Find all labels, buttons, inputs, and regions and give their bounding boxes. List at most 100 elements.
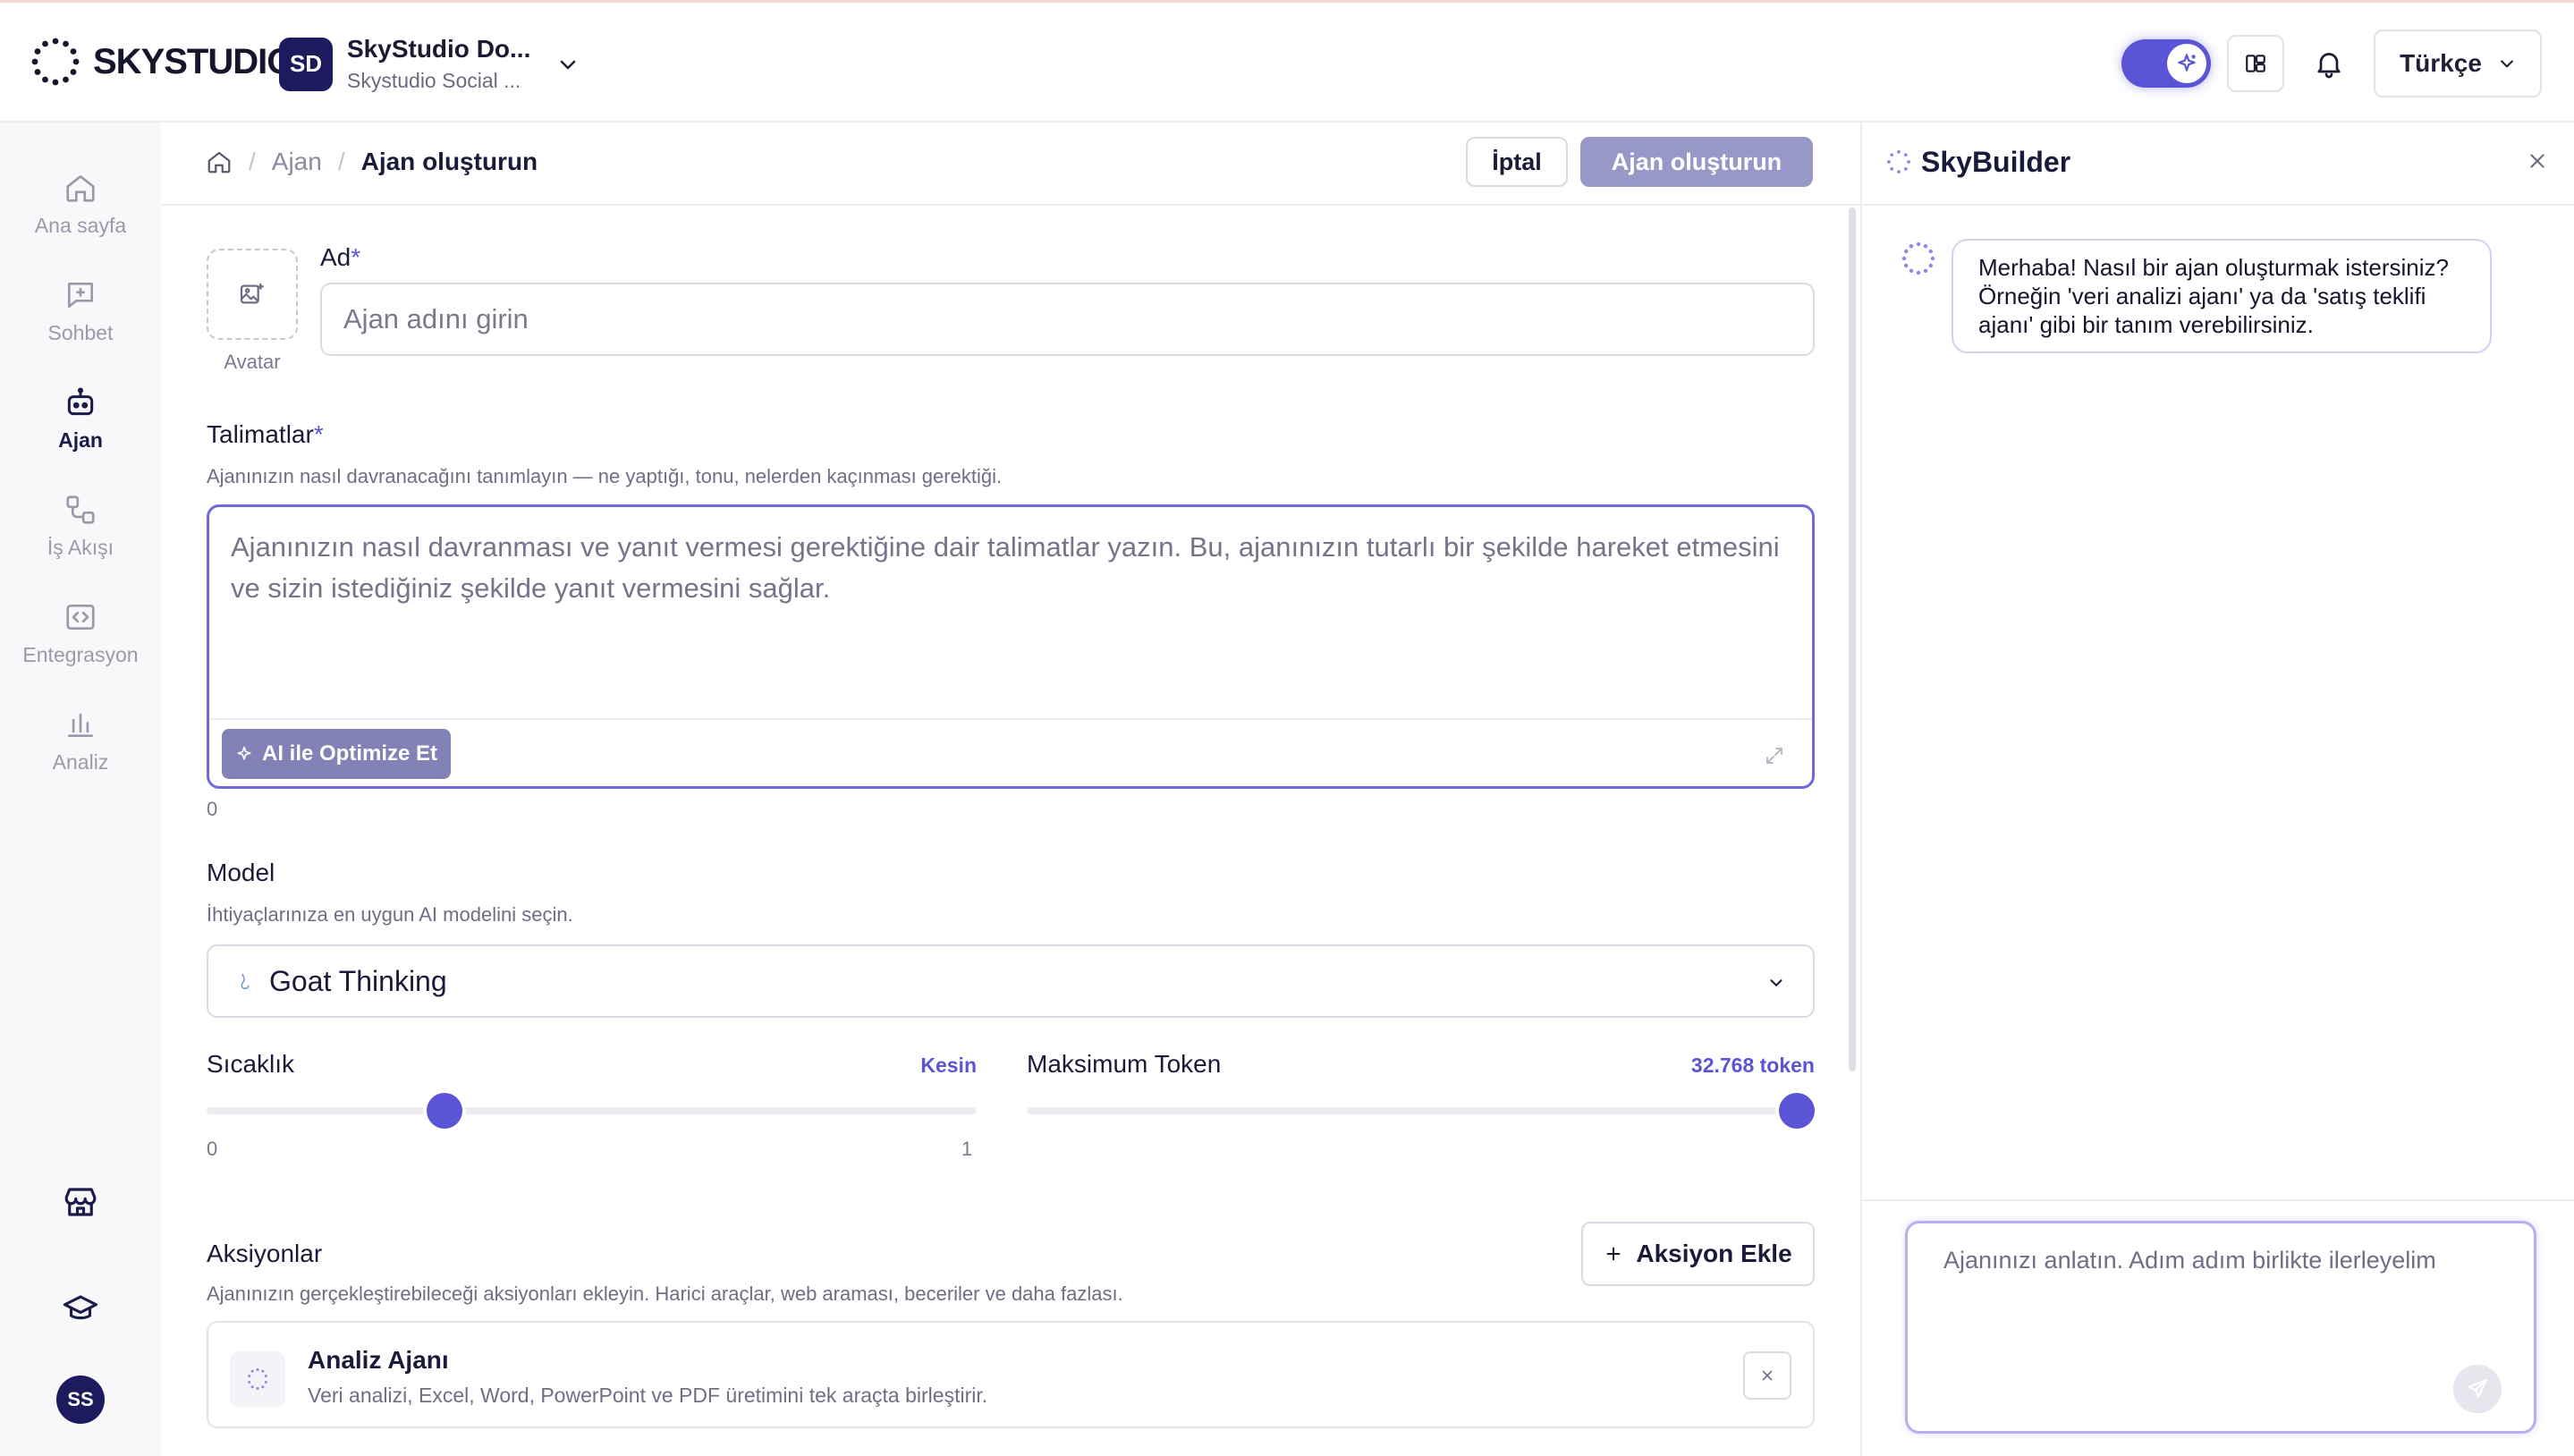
- sidebar: Ana sayfa Sohbet Ajan İş Akışı Entegrasy…: [0, 123, 161, 1456]
- sidebar-item-integration[interactable]: Entegrasyon: [0, 600, 161, 667]
- close-icon: [1762, 1370, 1773, 1381]
- actions-label: Aksiyonlar: [207, 1240, 323, 1267]
- code-icon: [66, 604, 95, 631]
- close-icon[interactable]: [2526, 149, 2549, 173]
- app-header: SKYSTUDIO SD SkyStudio Do... Skystudio S…: [0, 3, 2574, 123]
- marketplace-button[interactable]: [0, 1183, 161, 1221]
- model-label: Model: [207, 859, 275, 886]
- breadcrumb: / Ajan / Ajan oluşturun: [206, 148, 538, 176]
- academy-button[interactable]: [0, 1291, 161, 1328]
- name-label: Ad*: [320, 243, 361, 271]
- bar-chart-icon: [67, 713, 94, 738]
- sidebar-item-label: Analiz: [52, 750, 109, 774]
- chevron-down-icon: [2501, 60, 2513, 68]
- temperature-value: Kesin: [920, 1054, 977, 1077]
- graduation-cap-icon: [63, 1295, 98, 1320]
- chevron-down-icon: [1770, 979, 1782, 987]
- sidebar-item-home[interactable]: Ana sayfa: [0, 171, 161, 238]
- action-title: Analiz Ajanı: [308, 1346, 449, 1374]
- agent-form: Avatar Ad* Ajan adını girin Talimatlar* …: [161, 206, 1860, 1456]
- max-tokens-track[interactable]: [1027, 1107, 1815, 1114]
- sidebar-item-label: Ana sayfa: [34, 214, 127, 237]
- model-help: İhtiyaçlarınıza en uygun AI modelini seç…: [207, 903, 573, 926]
- logo-ring-icon: [31, 38, 80, 86]
- skybuilder-logo-icon: [1887, 150, 1910, 174]
- form-scrollbar[interactable]: [1849, 207, 1856, 1071]
- breadcrumb-separator: /: [337, 148, 345, 175]
- robot-icon: [67, 387, 94, 416]
- ai-mode-toggle[interactable]: [2121, 39, 2211, 88]
- analysis-agent-icon: [230, 1351, 285, 1407]
- language-value: Türkçe: [2400, 49, 2482, 77]
- layout-toggle-button[interactable]: [2227, 35, 2284, 92]
- skybuilder-panel: SkyBuilder Merhaba! Nasıl bir ajan oluşt…: [1860, 123, 2574, 1456]
- chat-icon: [67, 282, 94, 309]
- sparkle-icon: [237, 746, 251, 760]
- page-toolbar: / Ajan / Ajan oluşturun İptal Ajan oluşt…: [161, 123, 1860, 206]
- cancel-button[interactable]: İptal: [1466, 137, 1568, 187]
- sidebar-item-label: Entegrasyon: [22, 643, 139, 666]
- sidebar-item-label: Ajan: [58, 428, 103, 452]
- max-tokens-slider-thumb[interactable]: [1779, 1093, 1815, 1129]
- add-action-label: Aksiyon Ekle: [1636, 1240, 1792, 1267]
- avatar-label: Avatar: [224, 351, 281, 373]
- temperature-min: 0: [207, 1138, 218, 1160]
- model-value: Goat Thinking: [269, 964, 447, 997]
- home-icon: [66, 174, 95, 202]
- layout-icon: [2246, 55, 2265, 72]
- action-item[interactable]: Analiz Ajanı Veri analizi, Excel, Word, …: [207, 1321, 1815, 1428]
- image-add-icon: [240, 284, 264, 304]
- actions-help: Ajanınızın gerçekleştirebileceği aksiyon…: [207, 1282, 1123, 1305]
- chat-input[interactable]: Ajanınızı anlatın. Adım adım birlikte il…: [1905, 1221, 2536, 1434]
- notifications-button[interactable]: [2300, 35, 2358, 92]
- avatar-upload[interactable]: [207, 249, 298, 340]
- instructions-textarea[interactable]: Ajanınızın nasıl davranması ve yanıt ver…: [207, 504, 1815, 789]
- expand-icon[interactable]: [1764, 745, 1785, 766]
- bell-icon: [2317, 53, 2341, 79]
- sparkle-icon: [2167, 44, 2206, 83]
- action-description: Veri analizi, Excel, Word, PowerPoint ve…: [308, 1384, 988, 1407]
- logo-text: SKYSTUDIO: [93, 41, 294, 81]
- workspace-name: SkyStudio Do...: [347, 35, 531, 63]
- create-agent-button[interactable]: Ajan oluşturun: [1580, 137, 1813, 187]
- instructions-label: Talimatlar*: [207, 420, 324, 448]
- sidebar-item-label: Sohbet: [47, 321, 114, 344]
- ai-optimize-button[interactable]: AI ile Optimize Et: [222, 729, 451, 779]
- chat-input-placeholder: Ajanınızı anlatın. Adım adım birlikte il…: [1943, 1247, 2436, 1274]
- user-menu[interactable]: SS: [0, 1376, 161, 1424]
- send-button[interactable]: [2453, 1365, 2502, 1413]
- breadcrumb-current: Ajan oluşturun: [360, 148, 538, 175]
- workspace-badge: SD: [279, 37, 333, 91]
- sidebar-item-workflow[interactable]: İş Akışı: [0, 493, 161, 560]
- chevron-down-icon: [561, 60, 576, 69]
- assistant-message: Merhaba! Nasıl bir ajan oluşturmak ister…: [1952, 239, 2492, 353]
- sidebar-item-label: İş Akışı: [47, 536, 114, 559]
- temperature-label: Sıcaklık: [207, 1050, 295, 1078]
- instructions-placeholder: Ajanınızın nasıl davranması ve yanıt ver…: [231, 531, 1780, 604]
- language-select[interactable]: Türkçe: [2374, 30, 2542, 97]
- temperature-slider-thumb[interactable]: [427, 1093, 463, 1129]
- send-icon: [2468, 1379, 2487, 1398]
- home-icon[interactable]: [206, 148, 233, 175]
- model-select[interactable]: Goat Thinking: [207, 944, 1815, 1018]
- add-action-button[interactable]: Aksiyon Ekle: [1581, 1222, 1815, 1286]
- instructions-help: Ajanınızın nasıl davranacağını tanımlayı…: [207, 465, 1003, 487]
- temperature-max: 1: [961, 1138, 973, 1160]
- max-tokens-label: Maksimum Token: [1027, 1050, 1222, 1078]
- char-counter: 0: [207, 798, 218, 820]
- name-input[interactable]: Ajan adını girin: [320, 283, 1815, 356]
- sidebar-item-analytics[interactable]: Analiz: [0, 707, 161, 775]
- bot-avatar-icon: [1901, 241, 1935, 275]
- ai-optimize-label: AI ile Optimize Et: [261, 741, 438, 766]
- breadcrumb-link-agent[interactable]: Ajan: [272, 148, 322, 176]
- breadcrumb-separator: /: [249, 148, 256, 175]
- workspace-switcher[interactable]: SD SkyStudio Do... Skystudio Social ...: [279, 35, 579, 93]
- remove-action-button[interactable]: [1743, 1351, 1791, 1400]
- panel-title: SkyBuilder: [1921, 146, 2071, 178]
- logo[interactable]: SKYSTUDIO: [30, 37, 294, 87]
- user-avatar: SS: [56, 1376, 105, 1424]
- plus-icon: [1606, 1247, 1621, 1261]
- sidebar-item-agent[interactable]: Ajan: [0, 385, 161, 453]
- sidebar-item-chat[interactable]: Sohbet: [0, 278, 161, 345]
- temperature-track[interactable]: [207, 1107, 977, 1114]
